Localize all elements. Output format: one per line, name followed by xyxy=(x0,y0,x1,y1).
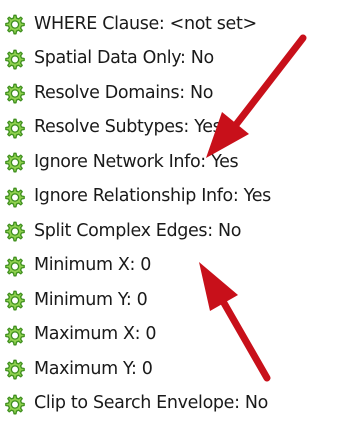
gear-icon xyxy=(5,118,25,139)
parameter-label: Maximum Y: 0 xyxy=(34,358,153,379)
gear-icon xyxy=(5,256,25,277)
parameter-label: Spatial Data Only: No xyxy=(34,48,214,68)
parameter-minimum-y[interactable]: Minimum Y: 0 xyxy=(4,283,353,318)
parameter-resolve-subtypes[interactable]: Resolve Subtypes: Yes xyxy=(4,111,353,146)
gear-icon xyxy=(5,394,25,415)
parameter-label: Split Complex Edges: No xyxy=(34,220,242,241)
parameter-label: Resolve Subtypes: Yes xyxy=(34,117,222,137)
parameter-split-complex-edges[interactable]: Split Complex Edges: No xyxy=(4,214,353,249)
gear-icon xyxy=(5,290,25,311)
gear-icon xyxy=(5,14,25,35)
parameter-label: Ignore Network Info: Yes xyxy=(34,151,239,172)
parameter-where-clause[interactable]: WHERE Clause: <not set> xyxy=(4,7,353,42)
gear-icon xyxy=(5,49,25,70)
parameter-clip-to-search-envelope[interactable]: Clip to Search Envelope: No xyxy=(4,387,353,422)
gear-icon xyxy=(5,325,25,346)
parameter-resolve-domains[interactable]: Resolve Domains: No xyxy=(4,76,353,111)
gear-icon xyxy=(5,221,25,242)
parameter-ignore-network-info[interactable]: Ignore Network Info: Yes xyxy=(4,145,353,180)
parameter-maximum-x[interactable]: Maximum X: 0 xyxy=(4,318,353,353)
parameter-ignore-relationship-info[interactable]: Ignore Relationship Info: Yes xyxy=(4,180,353,215)
parameter-label: WHERE Clause: <not set> xyxy=(34,13,257,34)
gear-icon xyxy=(5,187,25,208)
parameter-spatial-data-only[interactable]: Spatial Data Only: No xyxy=(4,42,353,77)
parameter-label: Clip to Search Envelope: No xyxy=(34,393,268,413)
parameter-maximum-y[interactable]: Maximum Y: 0 xyxy=(4,352,353,387)
parameter-label: Minimum Y: 0 xyxy=(34,289,148,310)
parameter-label: Resolve Domains: No xyxy=(34,82,214,103)
gear-icon xyxy=(5,359,25,380)
parameter-minimum-x[interactable]: Minimum X: 0 xyxy=(4,249,353,284)
parameter-list: WHERE Clause: <not set> Spatial Data Onl… xyxy=(4,7,353,421)
parameter-label: Maximum X: 0 xyxy=(34,324,157,344)
gear-icon xyxy=(5,152,25,173)
gear-icon xyxy=(5,83,25,104)
parameter-label: Minimum X: 0 xyxy=(34,255,152,275)
parameter-label: Ignore Relationship Info: Yes xyxy=(34,186,271,206)
